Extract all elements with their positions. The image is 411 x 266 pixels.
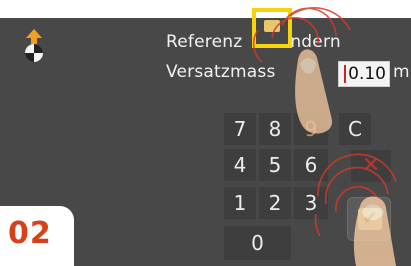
text-caret [344, 65, 346, 83]
key-8-label: 8 [268, 117, 282, 141]
unit-label: m [393, 62, 410, 82]
key-2-label: 2 [268, 191, 282, 215]
key-6-label: 6 [304, 153, 318, 177]
key-1-label: 1 [233, 191, 247, 215]
key-4[interactable]: 4 [224, 149, 256, 181]
key-9-label: 9 [304, 117, 318, 141]
key-clear-label: C [348, 117, 362, 141]
step-badge: 02 [0, 206, 74, 266]
dialog-title-right: ndern [290, 32, 341, 52]
key-3[interactable]: 3 [294, 187, 328, 219]
key-4-label: 4 [233, 153, 247, 177]
key-0[interactable]: 0 [224, 226, 291, 260]
reference-marker-icon [25, 29, 43, 62]
key-5[interactable]: 5 [259, 149, 291, 181]
step-number: 02 [8, 216, 52, 251]
offset-value-text: 0.10 [348, 64, 386, 84]
key-9[interactable]: 9 [294, 113, 328, 145]
key-6[interactable]: 6 [294, 149, 328, 181]
key-0-label: 0 [251, 231, 264, 255]
offset-value-input[interactable]: 0.10 [338, 61, 390, 87]
confirm-button[interactable]: ✔ [347, 197, 391, 241]
top-strip [0, 0, 411, 18]
offset-label: Versatzmass [166, 62, 276, 82]
edit-reference-icon [264, 20, 280, 32]
key-2[interactable]: 2 [259, 187, 291, 219]
dialog-title-left: Referenz [166, 32, 243, 52]
key-3-label: 3 [304, 191, 318, 215]
key-1[interactable]: 1 [224, 187, 256, 219]
delete-x-icon[interactable]: ✕ [351, 150, 391, 182]
key-clear[interactable]: C [339, 113, 371, 145]
checkmark-icon: ✔ [358, 208, 382, 230]
key-5-label: 5 [268, 153, 282, 177]
device-screen: Referenz ndern Versatzmass 0.10 m 7 8 9 C… [0, 0, 411, 266]
key-7[interactable]: 7 [224, 113, 256, 145]
key-7-label: 7 [233, 117, 247, 141]
highlight-box [252, 8, 292, 48]
key-8[interactable]: 8 [259, 113, 291, 145]
